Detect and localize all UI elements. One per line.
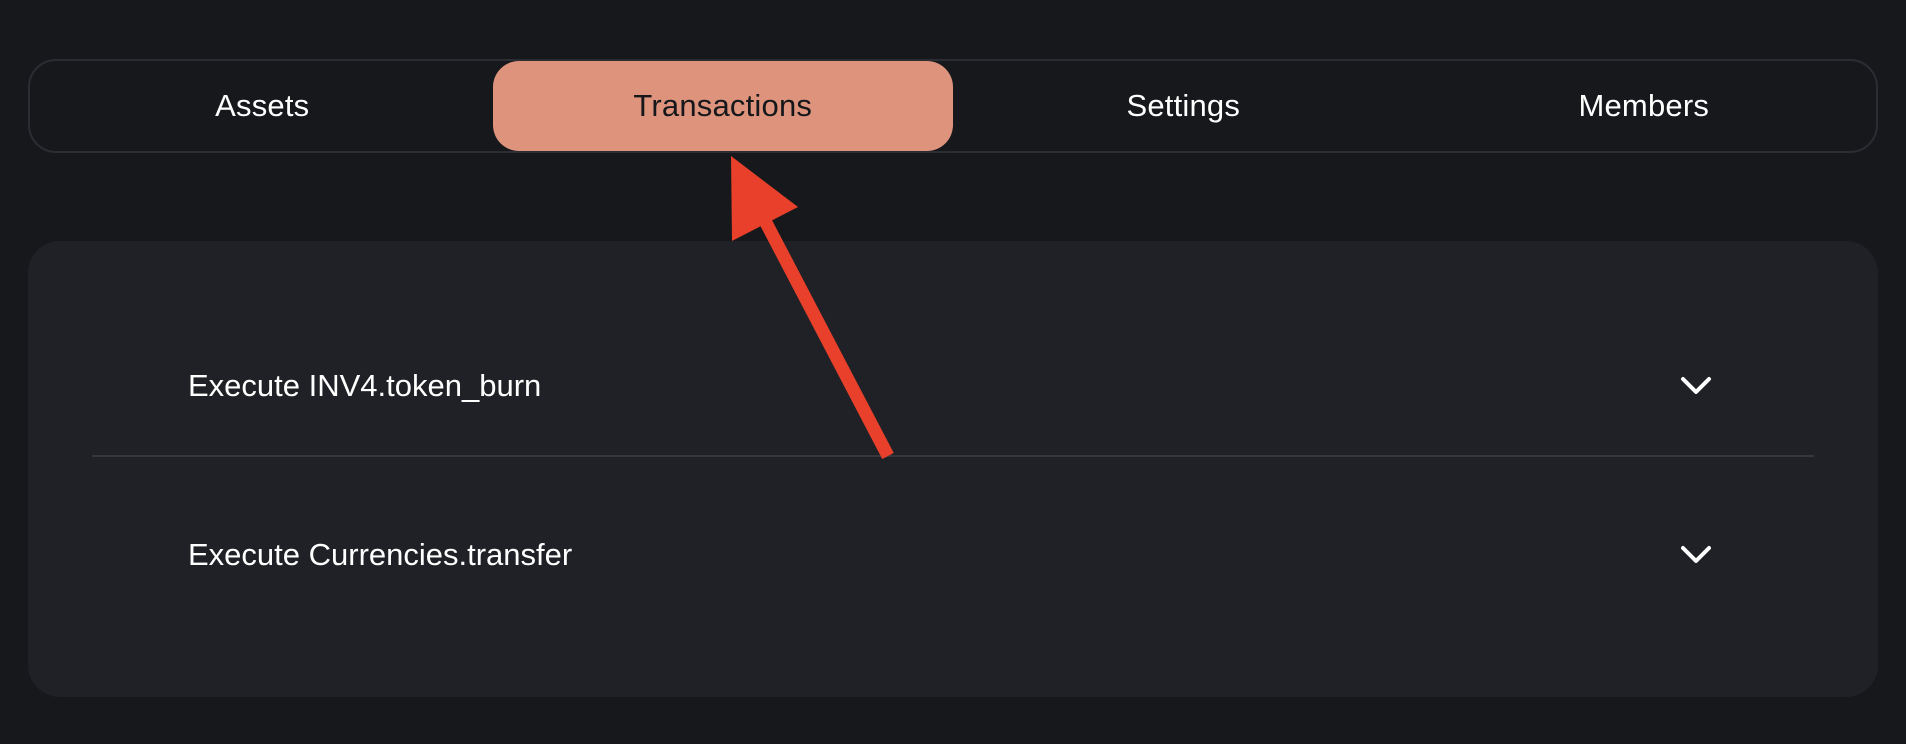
tab-bar: Assets Transactions Settings Members (28, 59, 1878, 153)
tab-transactions[interactable]: Transactions (492, 61, 953, 151)
transaction-label: Execute Currencies.transfer (188, 537, 573, 572)
transaction-row[interactable]: Execute Currencies.transfer (92, 485, 1814, 625)
transactions-panel: Execute INV4.token_burn Execute Currenci… (28, 241, 1878, 697)
page: Assets Transactions Settings Members Exe… (0, 0, 1906, 744)
chevron-down-icon[interactable] (1678, 374, 1714, 398)
tab-assets[interactable]: Assets (32, 61, 493, 151)
transaction-label: Execute INV4.token_burn (188, 368, 542, 403)
transaction-row[interactable]: Execute INV4.token_burn (92, 317, 1814, 457)
tab-settings[interactable]: Settings (953, 61, 1414, 151)
tab-members[interactable]: Members (1414, 61, 1875, 151)
chevron-down-icon[interactable] (1678, 543, 1714, 567)
